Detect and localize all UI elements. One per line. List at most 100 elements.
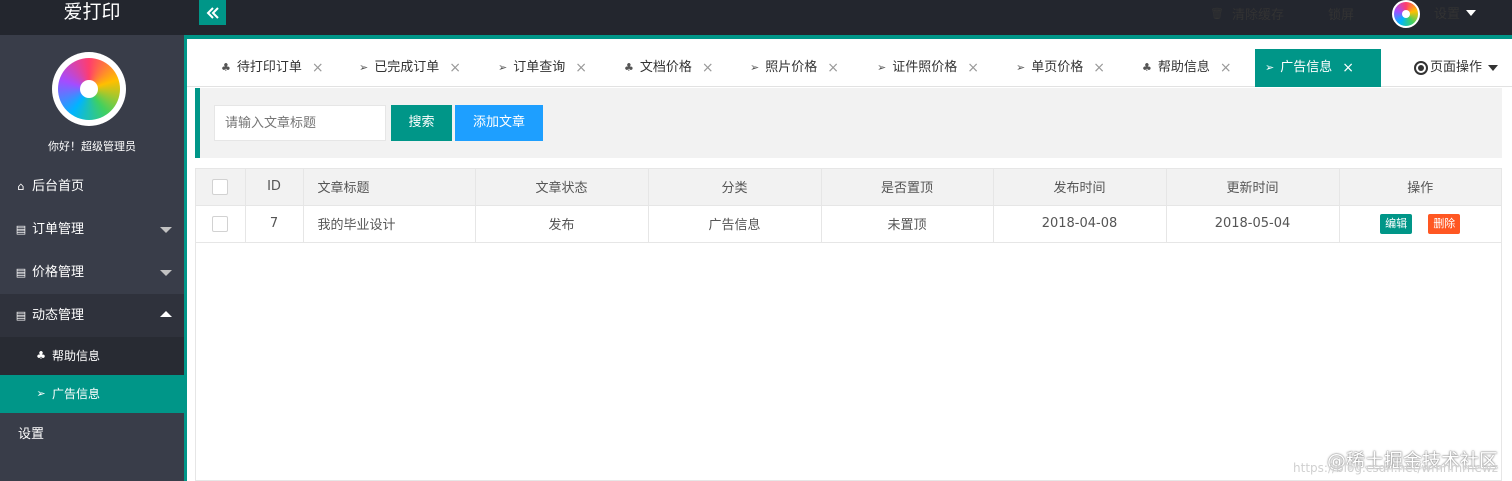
sidebar-submenu: ♣ 帮助信息 ➢ 广告信息 — [0, 337, 184, 413]
edit-button[interactable]: 编辑 — [1380, 213, 1413, 234]
close-icon[interactable]: × — [1342, 49, 1354, 87]
cell-category: 广告信息 — [648, 205, 822, 243]
article-table: ID 文章标题 文章状态 分类 是否置顶 发布时间 更新时间 操作 7 我的毕业… — [195, 168, 1502, 481]
tab-pending-orders[interactable]: ♣ 待打印订单 × — [211, 49, 324, 87]
clear-cache-button[interactable]: 🗑 清除缓存 — [1210, 4, 1284, 23]
close-icon[interactable]: × — [449, 49, 461, 87]
sidebar-item-orders[interactable]: ▤ 订单管理 — [0, 208, 184, 251]
lock-screen-label: 锁屏 — [1327, 8, 1354, 23]
sidebar-item-help-info[interactable]: ♣ 帮助信息 — [0, 337, 184, 375]
search-input[interactable] — [214, 105, 386, 141]
column-header[interactable]: 文章标题 — [303, 169, 476, 206]
greeting-text: 你好！超级管理员 — [48, 140, 136, 153]
close-icon[interactable]: × — [1093, 49, 1105, 87]
tab-label: 已完成订单 — [374, 60, 440, 75]
tab-label: 订单查询 — [513, 60, 566, 75]
stack-icon: ▤ — [15, 223, 27, 236]
user-settings-menu[interactable]: 设置 — [1391, 0, 1476, 28]
trash-icon: 🗑 — [1210, 7, 1224, 20]
page-ops-label: 页面操作 — [1429, 60, 1482, 75]
tab-label: 单页价格 — [1031, 60, 1084, 75]
sidebar-item-label: 帮助信息 — [52, 349, 101, 363]
chevron-up-icon — [160, 311, 172, 317]
column-header[interactable]: 分类 — [648, 169, 822, 206]
avatar — [1391, 0, 1420, 28]
search-button[interactable]: 搜索 — [391, 105, 452, 141]
tab-help-info[interactable]: ♣ 帮助信息 × — [1132, 49, 1232, 87]
cell-updated: 2018-05-04 — [1166, 205, 1340, 243]
sidebar-item-news[interactable]: ▤ 动态管理 — [0, 294, 184, 337]
tab-bar: ♣ 待打印订单 × ➢ 已完成订单 × ➢ 订单查询 × ♣ 文档价格 × ➢ … — [187, 49, 1512, 87]
profile-avatar[interactable] — [52, 52, 126, 126]
table-row: 7 我的毕业设计 发布 广告信息 未置顶 2018-04-08 2018-05-… — [196, 205, 1501, 243]
sidebar-item-label: 广告信息 — [52, 387, 101, 401]
select-all-checkbox[interactable] — [212, 178, 229, 195]
tab-label: 待打印订单 — [236, 60, 302, 75]
close-icon[interactable]: × — [967, 49, 979, 87]
caret-down-icon — [1466, 9, 1476, 16]
caret-down-icon — [1488, 65, 1498, 71]
delete-button[interactable]: 删除 — [1428, 213, 1461, 234]
add-article-button[interactable]: 添加文章 — [455, 105, 543, 141]
tab-ad-info[interactable]: ➢ 广告信息 × — [1255, 49, 1381, 87]
close-icon[interactable]: × — [827, 49, 839, 87]
sidebar-item-prices[interactable]: ▤ 价格管理 — [0, 251, 184, 294]
row-checkbox[interactable] — [212, 215, 229, 232]
search-panel: 搜索 添加文章 — [195, 88, 1502, 158]
cell-actions: 编辑 删除 — [1339, 205, 1501, 243]
double-chevron-left-icon — [206, 6, 219, 19]
profile-panel: 你好！超级管理员 — [0, 35, 184, 165]
stack-icon: ▤ — [15, 266, 27, 279]
paper-plane-icon: ➢ — [1016, 61, 1026, 74]
page-operations-menu[interactable]: 页面操作 — [1413, 49, 1498, 87]
tab-document-price[interactable]: ♣ 文档价格 × — [614, 49, 714, 87]
paper-plane-icon: ➢ — [750, 61, 760, 74]
collapse-sidebar-button[interactable] — [199, 0, 226, 25]
chevron-down-icon — [160, 270, 172, 276]
column-header: 操作 — [1339, 169, 1501, 206]
column-header[interactable]: 更新时间 — [1166, 169, 1340, 206]
accent-line — [187, 35, 1512, 39]
tab-photo-price[interactable]: ➢ 照片价格 × — [740, 49, 839, 87]
tab-id-photo-price[interactable]: ➢ 证件照价格 × — [867, 49, 979, 87]
cubes-icon: ♣ — [36, 349, 46, 362]
tab-order-query[interactable]: ➢ 订单查询 × — [488, 49, 587, 87]
sidebar-item-home[interactable]: ⌂ 后台首页 — [0, 165, 184, 208]
paper-plane-icon: ➢ — [498, 61, 508, 74]
close-icon[interactable]: × — [575, 49, 587, 87]
radio-dot-icon — [1413, 61, 1428, 75]
close-icon[interactable]: × — [312, 49, 324, 87]
sidebar-item-label: 订单管理 — [32, 222, 85, 237]
column-header[interactable]: 是否置顶 — [821, 169, 994, 206]
close-icon[interactable]: × — [702, 49, 714, 87]
clear-cache-label: 清除缓存 — [1231, 8, 1284, 23]
main-content: ♣ 待打印订单 × ➢ 已完成订单 × ➢ 订单查询 × ♣ 文档价格 × ➢ … — [187, 35, 1512, 481]
sidebar-item-ad-info[interactable]: ➢ 广告信息 — [0, 375, 184, 413]
cubes-icon: ♣ — [624, 61, 634, 74]
cell-status: 发布 — [475, 205, 649, 243]
paper-plane-icon: ➢ — [877, 61, 887, 74]
column-header[interactable]: 文章状态 — [475, 169, 649, 206]
cell-published: 2018-04-08 — [993, 205, 1167, 243]
paper-plane-icon: ➢ — [359, 61, 369, 74]
app-logo: 爱打印 — [63, 1, 121, 23]
close-icon[interactable]: × — [1220, 49, 1232, 87]
settings-label: 设置 — [1433, 7, 1460, 22]
sidebar: 你好！超级管理员 ⌂ 后台首页 ▤ 订单管理 ▤ 价格管理 ▤ 动态管理 ♣ 帮… — [0, 35, 184, 481]
tab-single-page-price[interactable]: ➢ 单页价格 × — [1006, 49, 1105, 87]
sidebar-item-label: 价格管理 — [32, 265, 85, 280]
tab-label: 证件照价格 — [892, 60, 958, 75]
lock-screen-button[interactable]: 锁屏 — [1328, 4, 1354, 23]
paper-plane-icon: ➢ — [36, 387, 46, 400]
sidebar-item-settings[interactable]: 设置 — [0, 413, 184, 456]
column-header[interactable]: ID — [245, 169, 304, 206]
tab-completed-orders[interactable]: ➢ 已完成订单 × — [349, 49, 461, 87]
tab-label: 照片价格 — [765, 60, 818, 75]
select-all-cell — [196, 169, 246, 206]
column-header[interactable]: 发布时间 — [993, 169, 1167, 206]
sidebar-item-label: 后台首页 — [32, 179, 85, 194]
tab-label: 帮助信息 — [1157, 60, 1210, 75]
paper-plane-icon: ➢ — [1265, 61, 1275, 74]
row-select-cell — [196, 205, 246, 243]
top-header: 爱打印 🗑 清除缓存 锁屏 设置 — [0, 0, 1512, 35]
